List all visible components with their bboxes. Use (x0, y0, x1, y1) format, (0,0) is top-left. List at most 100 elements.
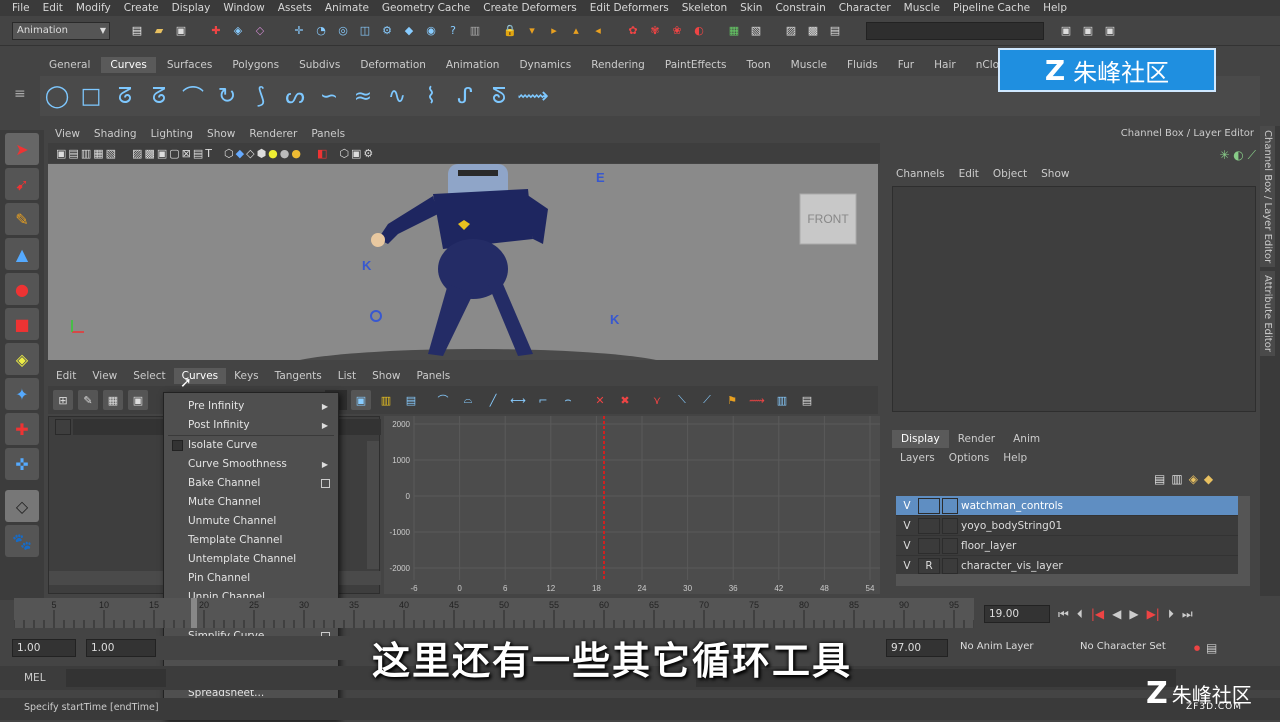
layout-toggle-icon[interactable]: ▣ (1056, 21, 1076, 41)
character-set-dropdown[interactable]: No Character Set (1076, 639, 1186, 657)
graph-menu-tangents[interactable]: Tangents (267, 368, 330, 384)
sidebar-toggle-icon[interactable]: ▨ (781, 21, 801, 41)
textured-icon[interactable]: ▤ (193, 147, 203, 160)
shadow-icon[interactable]: ● (280, 147, 290, 160)
outliner-filter-box[interactable] (55, 419, 71, 435)
shelf-tab-dynamics[interactable]: Dynamics (510, 57, 581, 73)
input-ops-icon[interactable]: ▾ (522, 21, 542, 41)
insert-key-icon[interactable]: ✎ (78, 390, 98, 410)
viewport-menu-lighting[interactable]: Lighting (144, 126, 200, 142)
last-tool-icon[interactable]: ✜ (5, 448, 39, 480)
menu-assets[interactable]: Assets (272, 0, 319, 16)
menu-modify[interactable]: Modify (70, 0, 118, 16)
menu-pipeline-cache[interactable]: Pipeline Cache (947, 0, 1037, 16)
menu-help[interactable]: Help (1037, 0, 1074, 16)
render-settings-icon[interactable]: ❀ (667, 21, 687, 41)
layer-row[interactable]: Vfloor_layer (896, 536, 1238, 556)
menu-item-template-channel[interactable]: Template Channel (164, 531, 338, 550)
camera-icon[interactable]: ▣ (56, 147, 66, 160)
graph-menu-panels[interactable]: Panels (408, 368, 458, 384)
cube-wire-icon[interactable]: ◇ (246, 147, 254, 160)
playback-start-field[interactable]: 1.00 (86, 639, 156, 657)
share-icon[interactable]: ⚙ (363, 147, 373, 160)
frame-playback-icon[interactable]: ▥ (376, 390, 396, 410)
flat-shade-icon[interactable]: ▣ (157, 147, 167, 160)
snap-grid-icon[interactable]: ✛ (289, 21, 309, 41)
layer-visibility-toggle[interactable]: V (896, 520, 918, 532)
construction-history-icon[interactable]: ▥ (465, 21, 485, 41)
tool-settings-icon[interactable]: ▩ (803, 21, 823, 41)
x-ray-icon[interactable]: ⊠ (182, 147, 191, 160)
snap-plane-icon[interactable]: ◫ (355, 21, 375, 41)
menu-item-mute-channel[interactable]: Mute Channel (164, 493, 338, 512)
bounding-box-icon[interactable]: ▢ (169, 147, 179, 160)
cube-shaded-icon[interactable]: ◆ (236, 147, 244, 160)
graph-menu-list[interactable]: List (330, 368, 364, 384)
lattice-deform-icon[interactable]: ▦ (103, 390, 123, 410)
film-gate-icon[interactable]: ▧ (106, 147, 116, 160)
layer-row[interactable]: Vwatchman_controls (896, 496, 1238, 516)
shelf-tab-curves[interactable]: Curves (101, 57, 156, 73)
free-weight-icon[interactable]: ⋎ (647, 390, 667, 410)
menu-geometry-cache[interactable]: Geometry Cache (376, 0, 477, 16)
play-back-icon[interactable]: ◀ (1112, 607, 1121, 621)
scale-tool-icon[interactable]: ■ (5, 308, 39, 340)
unlock-weight-icon[interactable]: ⟋ (697, 390, 717, 410)
frame-all-icon[interactable]: ▣ (351, 390, 371, 410)
flat-tangent-icon[interactable]: ⟷ (508, 390, 528, 410)
menu-create-deformers[interactable]: Create Deformers (477, 0, 584, 16)
step-forward-icon[interactable]: ⏵ (1168, 607, 1174, 622)
smooth-shade-icon[interactable]: ▩ (144, 147, 154, 160)
quick-select-field[interactable] (866, 21, 1044, 40)
side-tab-attribute-editor[interactable]: Attribute Editor (1260, 271, 1275, 357)
layer-scrollbar-h[interactable] (896, 574, 1250, 586)
rotate-tool-icon[interactable]: ● (5, 273, 39, 305)
shelf-tab-fluids[interactable]: Fluids (838, 57, 887, 73)
channel-box-toggle-icon[interactable]: ▤ (825, 21, 845, 41)
layer-color-swatch[interactable] (942, 497, 958, 514)
layer-tab-display[interactable]: Display (892, 430, 949, 448)
shelf-tab-subdivs[interactable]: Subdivs (290, 57, 350, 73)
move-layer-down-icon[interactable]: ▥ (1171, 472, 1182, 486)
shelf-tab-deformation[interactable]: Deformation (351, 57, 435, 73)
hud-icon[interactable]: ▣ (351, 147, 361, 160)
layer-color-swatch[interactable] (942, 537, 958, 554)
layout-single-icon[interactable]: ◇ (5, 490, 39, 522)
layer-row[interactable]: Vyoyo_bodyString01 (896, 516, 1238, 536)
layout-persp-icon[interactable]: 🐾 (5, 525, 39, 557)
arc-icon[interactable]: ↻ (212, 81, 242, 111)
viewport-menu-shading[interactable]: Shading (87, 126, 144, 142)
graph-menu-view[interactable]: View (84, 368, 125, 384)
shelf-menu-icon[interactable]: ≡ (14, 86, 36, 110)
go-end-icon[interactable]: ⏭ (1182, 607, 1193, 622)
viewport-menu-renderer[interactable]: Renderer (242, 126, 304, 142)
plateau-tangent-icon[interactable]: ⌢ (558, 390, 578, 410)
layer-visibility-toggle[interactable]: V (896, 500, 918, 512)
move-tool-icon[interactable]: ▲ (5, 238, 39, 270)
save-scene-icon[interactable]: ▣ (171, 21, 191, 41)
menu-item-unmute-channel[interactable]: Unmute Channel (164, 512, 338, 531)
menu-edit-deformers[interactable]: Edit Deformers (584, 0, 676, 16)
move-key-icon[interactable]: ⊞ (53, 390, 73, 410)
lasso-tool-icon[interactable]: ➹ (5, 168, 39, 200)
wireframe-icon[interactable]: ▨ (132, 147, 142, 160)
open-close-icon[interactable]: ∿ (382, 81, 412, 111)
soft-mod-icon[interactable]: ✦ (5, 378, 39, 410)
menu-item-pin-channel[interactable]: Pin Channel (164, 569, 338, 588)
menu-display[interactable]: Display (166, 0, 218, 16)
channel-menu-object[interactable]: Object (993, 168, 1027, 180)
sel-output-icon[interactable]: ◂ (588, 21, 608, 41)
cube-default-icon[interactable]: ⬢ (257, 147, 267, 160)
menu-item-curve-smoothness[interactable]: Curve Smoothness ▶ (164, 455, 338, 474)
ep-curve-icon[interactable]: ᘔ (144, 81, 174, 111)
shelf-tab-general[interactable]: General (40, 57, 100, 73)
show-hide-icon[interactable]: ▦ (724, 21, 744, 41)
new-layer-icon[interactable]: ◈ (1189, 472, 1198, 486)
prefs-icon[interactable]: ▤ (1206, 641, 1217, 655)
viewport-menu-view[interactable]: View (48, 126, 87, 142)
next-key-icon[interactable]: ▶| (1147, 607, 1160, 621)
menu-edit[interactable]: Edit (37, 0, 70, 16)
layer-menu-options[interactable]: Options (949, 452, 990, 464)
linear-tangent-icon[interactable]: ╱ (483, 390, 503, 410)
select-component-icon[interactable]: ◇ (250, 21, 270, 41)
